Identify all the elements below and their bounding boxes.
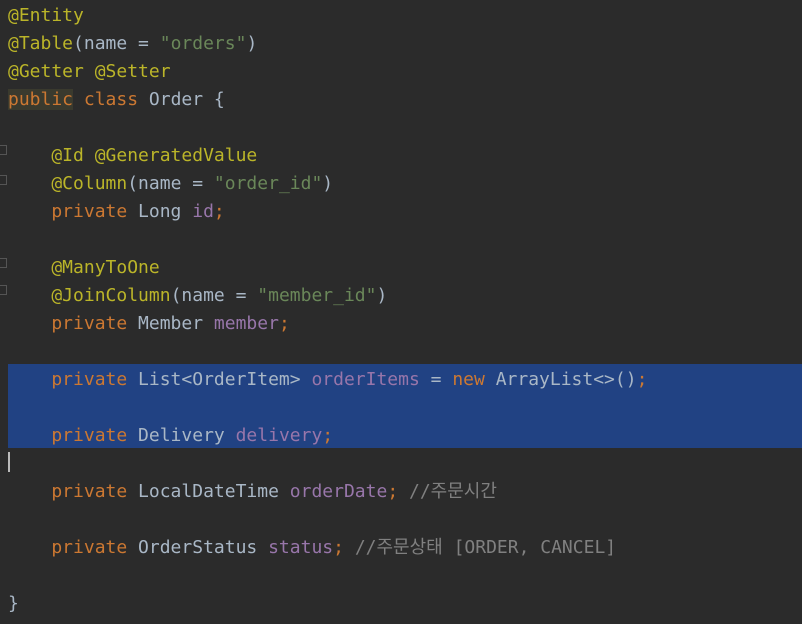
code-token: ; bbox=[333, 537, 355, 558]
code-editor[interactable]: @Entity @Table(name = "orders") @Getter @S… bbox=[0, 0, 802, 624]
code-token: } bbox=[8, 593, 19, 614]
code-token: ; bbox=[278, 313, 290, 334]
code-token: Delivery bbox=[138, 425, 236, 446]
code-token: private bbox=[8, 201, 139, 222]
code-token: ) bbox=[322, 173, 334, 194]
code-line[interactable]: @JoinColumn(name = "member_id") bbox=[8, 282, 387, 310]
code-token: id bbox=[192, 201, 214, 222]
code-line[interactable]: @Column(name = "order_id") bbox=[8, 170, 333, 198]
code-token: ; bbox=[213, 201, 225, 222]
code-token: private bbox=[8, 369, 139, 390]
code-token: @JoinColumn bbox=[8, 285, 171, 306]
fold-marker-icon[interactable] bbox=[0, 285, 7, 295]
code-line[interactable]: @Table(name = "orders") bbox=[8, 30, 257, 58]
fold-marker-icon[interactable] bbox=[0, 258, 7, 268]
code-token: "member_id" bbox=[257, 285, 377, 306]
code-token: @Column bbox=[8, 173, 128, 194]
editor-gutter bbox=[0, 0, 8, 624]
code-line[interactable]: @ManyToOne bbox=[8, 254, 160, 282]
code-token: //주문상태 [ORDER, CANCEL] bbox=[354, 537, 617, 558]
code-token: OrderStatus bbox=[138, 537, 269, 558]
code-token: ; bbox=[322, 425, 334, 446]
code-token: "order_id" bbox=[213, 173, 323, 194]
code-token: @Table bbox=[8, 33, 74, 54]
code-token: (name = bbox=[170, 285, 258, 306]
code-token: List<OrderItem> bbox=[138, 369, 312, 390]
code-token: private bbox=[8, 481, 139, 502]
code-token: Long bbox=[138, 201, 193, 222]
fold-marker-icon[interactable] bbox=[0, 145, 7, 155]
code-token: ; bbox=[387, 481, 409, 502]
code-token: @ManyToOne bbox=[8, 257, 160, 278]
code-token: "orders" bbox=[159, 33, 247, 54]
code-token: Order { bbox=[148, 89, 225, 110]
code-line[interactable]: public class Order { bbox=[8, 86, 225, 114]
code-token: (name = bbox=[73, 33, 160, 54]
code-line[interactable]: private List<OrderItem> orderItems = new… bbox=[8, 366, 647, 394]
code-line[interactable]: private OrderStatus status; //주문상태 [ORDE… bbox=[8, 534, 616, 562]
code-token: (name = bbox=[127, 173, 214, 194]
code-token: @Id @GeneratedValue bbox=[8, 145, 258, 166]
code-token: ) bbox=[246, 33, 258, 54]
code-token: Member bbox=[138, 313, 214, 334]
code-line[interactable]: private Delivery delivery; bbox=[8, 422, 333, 450]
code-line[interactable]: @Getter @Setter bbox=[8, 58, 171, 86]
code-token: class bbox=[73, 89, 149, 110]
code-token: status bbox=[268, 537, 334, 558]
code-token: member bbox=[213, 313, 279, 334]
code-line[interactable]: @Entity bbox=[8, 2, 84, 30]
code-token: delivery bbox=[235, 425, 323, 446]
code-token: //주문시간 bbox=[409, 481, 497, 502]
code-token: public bbox=[8, 89, 74, 110]
code-token: = bbox=[419, 369, 453, 390]
code-line[interactable]: private LocalDateTime orderDate; //주문시간 bbox=[8, 478, 497, 506]
code-token: ) bbox=[376, 285, 388, 306]
code-line[interactable]: private Long id; bbox=[8, 198, 225, 226]
code-token: LocalDateTime bbox=[138, 481, 290, 502]
code-token: orderItems bbox=[311, 369, 420, 390]
fold-marker-icon[interactable] bbox=[0, 175, 7, 185]
code-token: private bbox=[8, 537, 139, 558]
code-token: @Getter @Setter bbox=[8, 61, 171, 82]
code-token: private bbox=[8, 425, 139, 446]
code-token: ArrayList<>() bbox=[495, 369, 637, 390]
text-cursor bbox=[8, 452, 10, 472]
code-token: @Entity bbox=[8, 5, 84, 26]
code-line[interactable]: } bbox=[8, 590, 19, 618]
code-line[interactable]: @Id @GeneratedValue bbox=[8, 142, 257, 170]
code-token: new bbox=[452, 369, 496, 390]
code-token: private bbox=[8, 313, 139, 334]
code-line[interactable]: private Member member; bbox=[8, 310, 290, 338]
code-token: ; bbox=[636, 369, 648, 390]
code-token: orderDate bbox=[289, 481, 388, 502]
